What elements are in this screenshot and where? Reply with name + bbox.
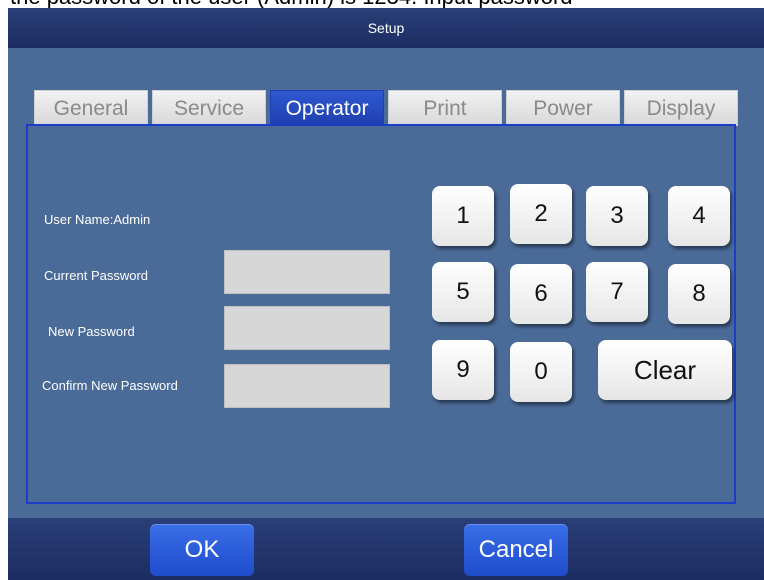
setup-window: Setup General Service Operator Print Pow… [8, 8, 764, 580]
current-password-field[interactable] [224, 250, 390, 294]
caption-text: the password of the user (Admin) is 1234… [0, 0, 764, 8]
key-4-button[interactable]: 4 [668, 186, 730, 246]
key-1-button[interactable]: 1 [432, 186, 494, 246]
tab-service[interactable]: Service [152, 90, 266, 126]
key-8-button[interactable]: 8 [668, 264, 730, 324]
current-password-label: Current Password [44, 268, 149, 283]
confirm-password-label: Confirm New Password [42, 378, 178, 393]
key-6-button[interactable]: 6 [510, 264, 572, 324]
cancel-button[interactable]: Cancel [464, 524, 568, 576]
key-5-button[interactable]: 5 [432, 262, 494, 322]
user-name-label: User Name:Admin [44, 212, 151, 227]
tab-general[interactable]: General [34, 90, 148, 126]
ok-button[interactable]: OK [150, 524, 254, 576]
operator-panel: User Name:Admin Current Password New Pas… [26, 124, 736, 504]
key-3-button[interactable]: 3 [586, 186, 648, 246]
key-2-button[interactable]: 2 [510, 184, 572, 244]
tab-power[interactable]: Power [506, 90, 620, 126]
tab-print[interactable]: Print [388, 90, 502, 126]
key-0-button[interactable]: 0 [510, 342, 572, 402]
new-password-field[interactable] [224, 306, 390, 350]
key-9-button[interactable]: 9 [432, 340, 494, 400]
tab-operator[interactable]: Operator [270, 90, 384, 126]
window-title: Setup [8, 8, 764, 48]
clear-button[interactable]: Clear [598, 340, 732, 400]
confirm-password-field[interactable] [224, 364, 390, 408]
bottom-bar: OK Cancel [8, 518, 764, 580]
new-password-label: New Password [48, 324, 135, 339]
tab-display[interactable]: Display [624, 90, 738, 126]
key-7-button[interactable]: 7 [586, 262, 648, 322]
